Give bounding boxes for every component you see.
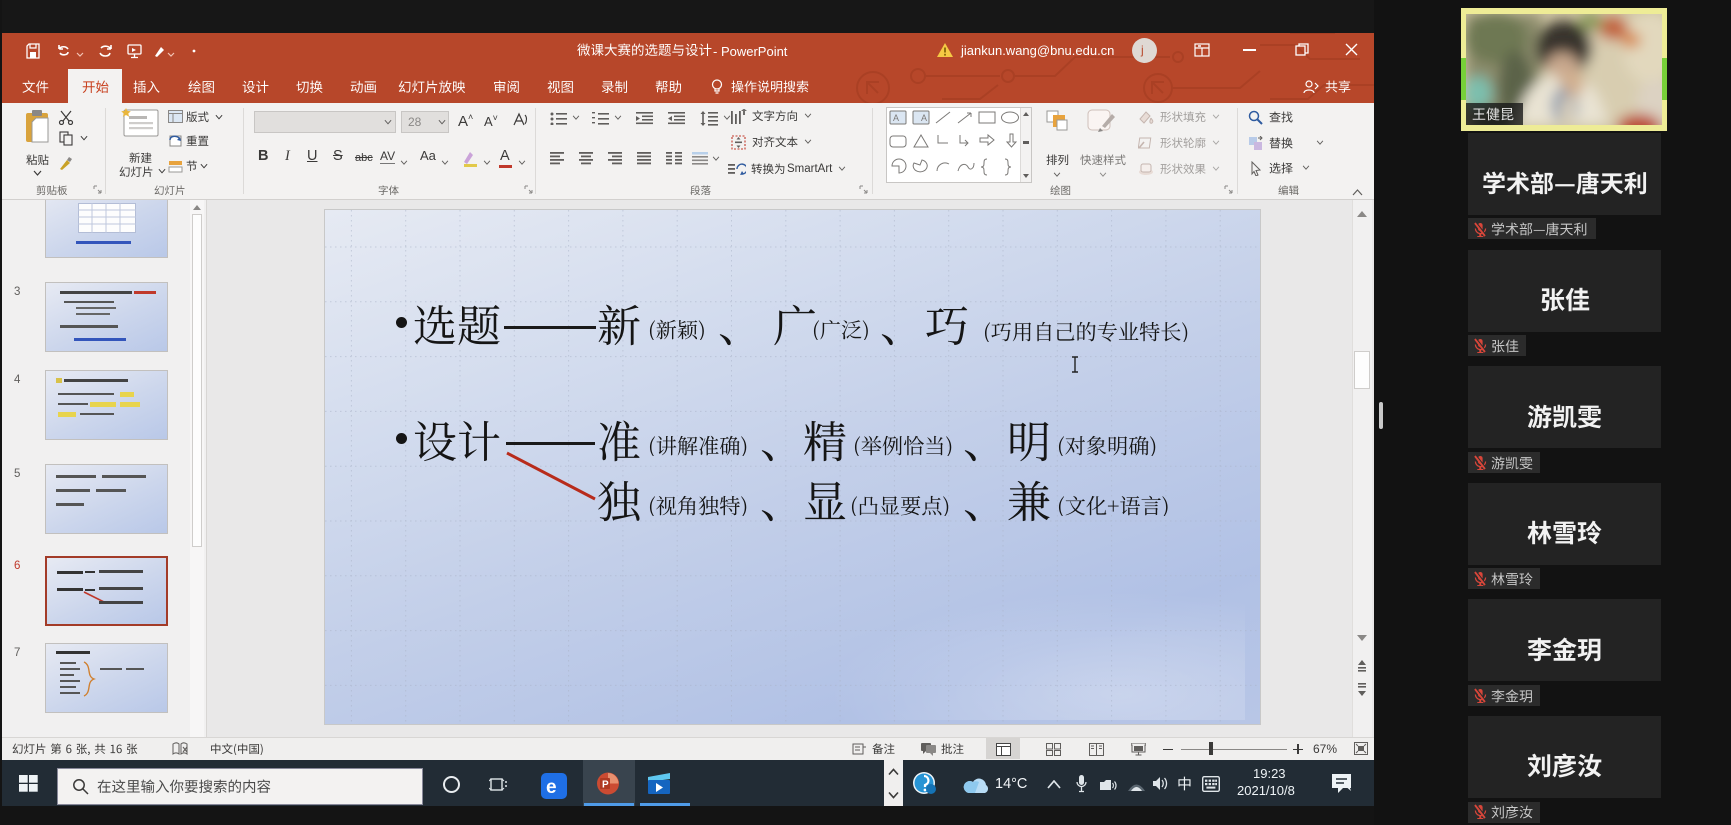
svg-text:e: e (546, 777, 557, 798)
svg-text:P: P (602, 780, 609, 791)
